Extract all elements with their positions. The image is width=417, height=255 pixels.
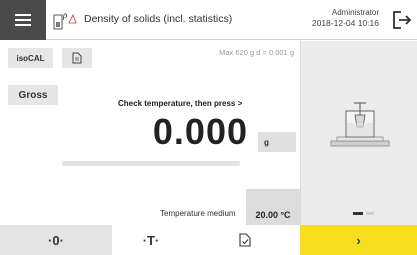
page-dot bbox=[366, 212, 374, 215]
capacity-bar bbox=[62, 161, 240, 166]
temperature-label: Temperature medium bbox=[160, 209, 236, 218]
protocol-button[interactable] bbox=[190, 225, 300, 255]
isocal-button[interactable]: isoCAL bbox=[8, 48, 53, 68]
page-dot-active bbox=[353, 212, 363, 215]
protocol-check-icon bbox=[239, 233, 251, 247]
user-name: Administrator bbox=[331, 8, 379, 17]
instruction-text: Check temperature, then press > bbox=[118, 99, 243, 108]
weight-display: 0.000 bbox=[152, 111, 248, 152]
tare-button[interactable]: ·T· bbox=[112, 225, 190, 255]
document-button[interactable] bbox=[62, 48, 92, 68]
next-button[interactable]: › bbox=[300, 225, 417, 255]
gross-button[interactable]: Gross bbox=[8, 85, 58, 105]
header-bar: ρ Density of solids (incl. statistics) A… bbox=[0, 0, 417, 40]
menu-button[interactable] bbox=[0, 0, 46, 40]
svg-text:ρ: ρ bbox=[62, 10, 68, 20]
unit-button[interactable]: g bbox=[258, 132, 296, 152]
bottom-toolbar: ·0· ·T· › bbox=[0, 225, 417, 255]
temperature-input[interactable]: 20.00 °C bbox=[246, 189, 300, 225]
zero-button[interactable]: ·0· bbox=[0, 225, 112, 255]
balance-with-density-kit-icon bbox=[330, 102, 390, 147]
logout-icon[interactable] bbox=[389, 7, 415, 33]
illustration-panel bbox=[300, 41, 417, 225]
page-indicator bbox=[353, 212, 374, 215]
capacity-info: Max 620 g d = 0.001 g bbox=[219, 48, 294, 57]
user-info: Administrator 2018-12-04 10:16 bbox=[312, 7, 379, 29]
document-icon bbox=[72, 52, 82, 64]
weighing-panel: isoCAL Max 620 g d = 0.001 g Gross Check… bbox=[0, 41, 300, 225]
page-title: Density of solids (incl. statistics) bbox=[84, 13, 233, 25]
datetime: 2018-12-04 10:16 bbox=[311, 18, 379, 28]
density-app-icon: ρ bbox=[53, 10, 77, 30]
hamburger-menu-icon bbox=[15, 14, 31, 16]
